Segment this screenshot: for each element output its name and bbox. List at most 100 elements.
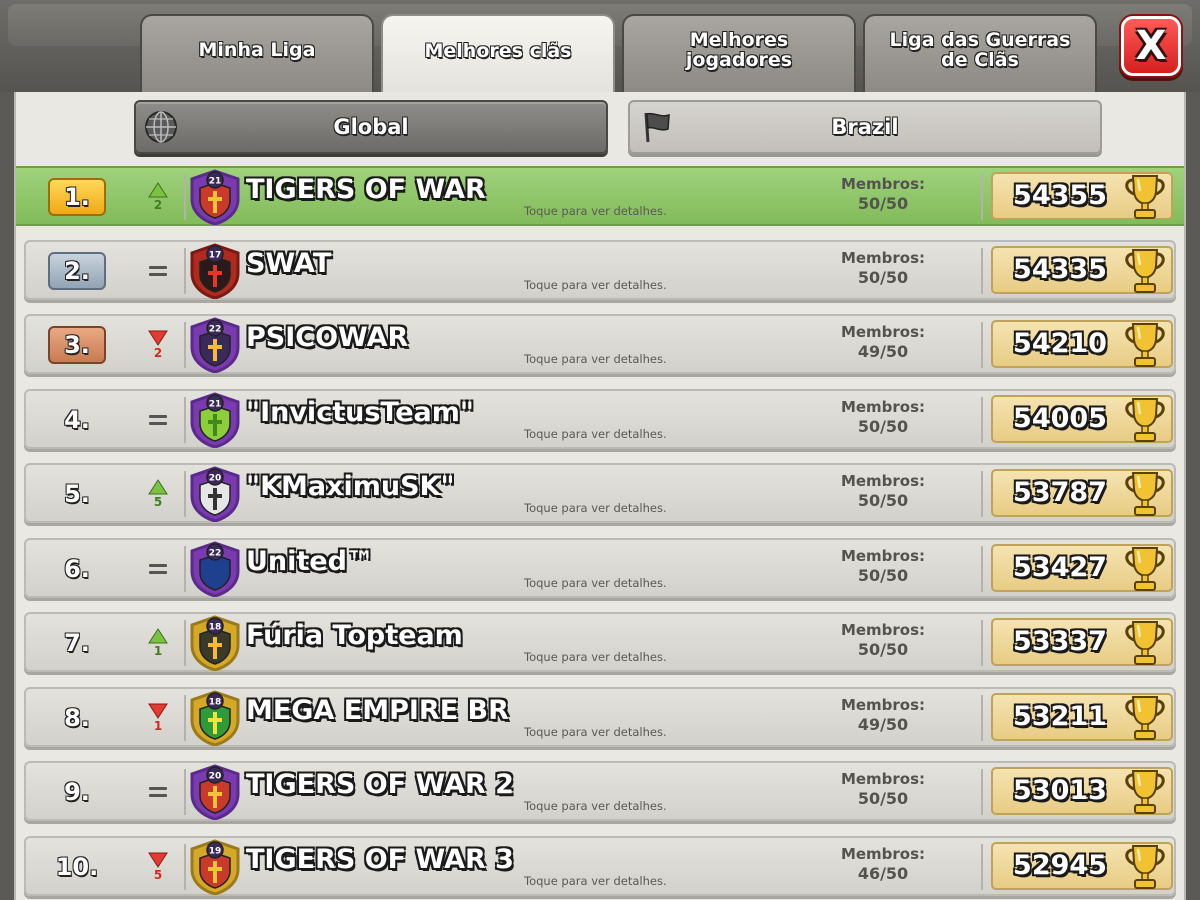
- clan-name: "InvictusTeam": [246, 397, 474, 428]
- trophy-score-box: 54335: [991, 246, 1173, 294]
- rank-change: [144, 248, 172, 294]
- clan-badge-icon: 19: [188, 839, 242, 896]
- members-info: Membros: 50/50: [828, 769, 938, 809]
- tab-liga-das-guerras[interactable]: Liga das Guerras de Clãs: [863, 14, 1097, 92]
- trophy-score-box: 54210: [991, 320, 1173, 368]
- clan-badge-icon: 18: [188, 615, 242, 672]
- members-count: 50/50: [857, 491, 909, 510]
- clan-row[interactable]: 1. 2 21 TIGERS OF WAR Toque para ver det…: [16, 166, 1184, 226]
- close-button[interactable]: X: [1121, 16, 1181, 76]
- trophy-count: 53787: [1013, 477, 1107, 508]
- clan-name: SWAT: [246, 248, 332, 279]
- members-info: Membros: 50/50: [828, 248, 938, 288]
- trophy-score-box: 54355: [991, 172, 1173, 220]
- filter-country-label: Brazil: [831, 115, 899, 139]
- leaderboard-panel: Global Brazil 1. 2 21 TIGERS OF WAR Toqu…: [14, 92, 1186, 900]
- clan-row[interactable]: 5. 5 20 "KMaximuSK" Toque para ver detal…: [24, 463, 1176, 523]
- tab-minha-liga[interactable]: Minha Liga: [140, 14, 374, 92]
- trophy-count: 54210: [1013, 328, 1107, 359]
- members-count: 49/50: [857, 342, 909, 361]
- tab-label: Melhores clãs: [424, 40, 572, 62]
- clan-name: Fúria Topteam: [246, 620, 463, 651]
- members-label: Membros:: [840, 398, 926, 416]
- clan-name: "KMaximuSK": [246, 471, 455, 502]
- rank-down-arrow-icon: [148, 852, 168, 868]
- members-label: Membros:: [840, 472, 926, 490]
- members-info: Membros: 50/50: [828, 174, 938, 214]
- clan-level: 20: [209, 772, 222, 782]
- clan-level: 18: [209, 623, 222, 633]
- details-hint: Toque para ver detalhes.: [524, 874, 667, 888]
- details-hint: Toque para ver detalhes.: [524, 501, 667, 515]
- globe-icon: [144, 110, 178, 144]
- rank-number: 9.: [64, 778, 90, 806]
- members-count: 50/50: [857, 194, 909, 213]
- clan-row[interactable]: 8. 1 18 MEGA EMPIRE BR Toque para ver de…: [24, 687, 1176, 747]
- rank-number: 4.: [64, 406, 90, 434]
- rank-number: 2.: [48, 252, 106, 290]
- members-info: Membros: 50/50: [828, 397, 938, 437]
- rank-unchanged-icon: [149, 415, 167, 425]
- clan-name: MEGA EMPIRE BR: [246, 695, 509, 726]
- trophy-count: 53013: [1013, 775, 1107, 806]
- tab-label: Liga das Guerras de Clãs: [889, 29, 1071, 71]
- rank-change-value: 1: [153, 719, 163, 733]
- members-count: 49/50: [857, 715, 909, 734]
- clan-name: TIGERS OF WAR: [246, 174, 486, 205]
- rank-number: 8.: [64, 704, 90, 732]
- members-info: Membros: 50/50: [828, 471, 938, 511]
- members-label: Membros:: [840, 175, 926, 193]
- rank-change: 5: [144, 471, 172, 517]
- clan-row[interactable]: 9. 20 TIGERS OF WAR 2 Toque para ver det…: [24, 761, 1176, 821]
- rank-change: 1: [144, 620, 172, 666]
- rank-change-value: 5: [153, 868, 163, 882]
- clan-row[interactable]: 10. 5 19 TIGERS OF WAR 3 Toque para ver …: [24, 836, 1176, 896]
- trophy-count: 53337: [1013, 626, 1107, 657]
- details-hint: Toque para ver detalhes.: [524, 576, 667, 590]
- clan-badge-icon: 20: [188, 466, 242, 523]
- trophy-count: 52945: [1013, 850, 1107, 881]
- trophy-icon: [1125, 621, 1165, 665]
- rank-unchanged-icon: [149, 564, 167, 574]
- rank-change-value: 2: [153, 198, 163, 212]
- trophy-score-box: 53013: [991, 767, 1173, 815]
- members-label: Membros:: [840, 547, 926, 565]
- members-count: 50/50: [857, 789, 909, 808]
- members-info: Membros: 50/50: [828, 620, 938, 660]
- details-hint: Toque para ver detalhes.: [524, 650, 667, 664]
- members-info: Membros: 46/50: [828, 844, 938, 884]
- members-label: Membros:: [840, 323, 926, 341]
- members-count: 50/50: [857, 417, 909, 436]
- tab-label: Minha Liga: [198, 39, 316, 61]
- rank-change: [144, 397, 172, 443]
- clan-name: United™: [246, 546, 374, 577]
- trophy-score-box: 53337: [991, 618, 1173, 666]
- trophy-count: 54335: [1013, 254, 1107, 285]
- rank-unchanged-icon: [149, 787, 167, 797]
- trophy-icon: [1125, 770, 1165, 814]
- trophy-icon: [1125, 398, 1165, 442]
- rank-change: 1: [144, 695, 172, 741]
- details-hint: Toque para ver detalhes.: [524, 204, 667, 218]
- rank-change: 2: [144, 322, 172, 368]
- trophy-count: 53211: [1013, 701, 1107, 732]
- trophy-count: 53427: [1013, 552, 1107, 583]
- rank-unchanged-icon: [149, 266, 167, 276]
- clan-level: 21: [209, 400, 222, 410]
- clan-row[interactable]: 3. 2 22 PSICOWAR Toque para ver detalhes…: [24, 314, 1176, 374]
- clan-row[interactable]: 2. 17 SWAT Toque para ver detalhes. Memb…: [24, 240, 1176, 300]
- clan-row[interactable]: 6. 22 United™ Toque para ver detalhes. M…: [24, 538, 1176, 598]
- clan-row[interactable]: 4. 21 "InvictusTeam" Toque para ver deta…: [24, 389, 1176, 449]
- flag-icon: [638, 110, 672, 144]
- members-count: 50/50: [857, 268, 909, 287]
- tab-melhores-clas[interactable]: Melhores clãs: [381, 14, 615, 94]
- clan-badge-icon: 21: [188, 392, 242, 449]
- clan-level: 20: [209, 474, 222, 484]
- trophy-icon: [1125, 696, 1165, 740]
- tab-melhores-jogadores[interactable]: Melhores jogadores: [622, 14, 856, 92]
- clan-row[interactable]: 7. 1 18 Fúria Topteam Toque para ver det…: [24, 612, 1176, 672]
- filter-country-button[interactable]: Brazil: [628, 100, 1102, 154]
- members-label: Membros:: [840, 770, 926, 788]
- clan-name: PSICOWAR: [246, 322, 409, 353]
- filter-global-button[interactable]: Global: [134, 100, 608, 154]
